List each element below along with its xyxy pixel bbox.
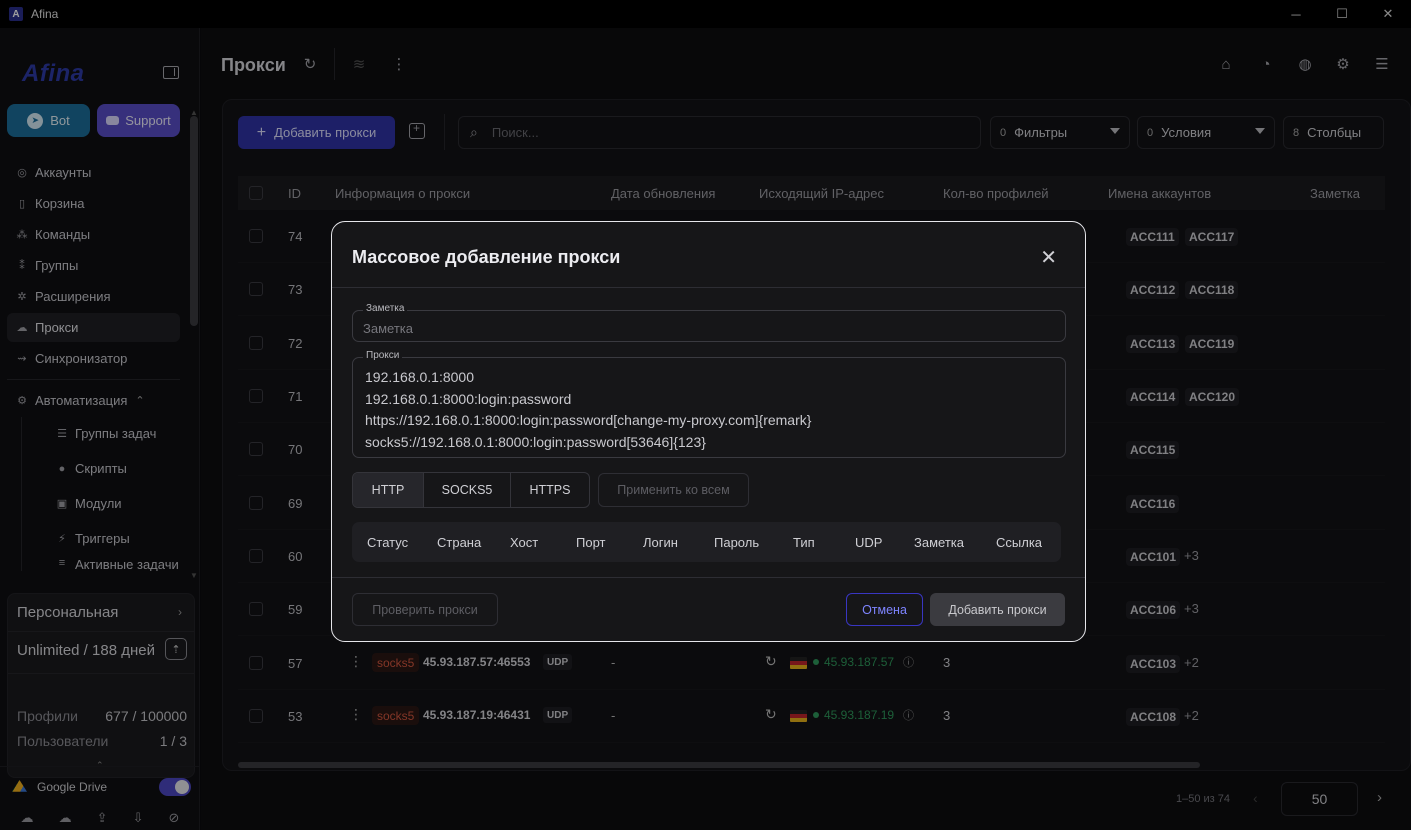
preview-col-country: Страна	[437, 535, 482, 550]
note-legend: Заметка	[363, 303, 408, 314]
preview-col-host: Хост	[510, 535, 539, 550]
note-field[interactable]: Заметка Заметка	[352, 303, 1066, 342]
divider	[332, 577, 1085, 578]
preview-col-password: Пароль	[714, 535, 760, 550]
dialog-title: Массовое добавление прокси	[352, 247, 621, 267]
close-icon[interactable]: ✕	[1040, 245, 1057, 270]
note-placeholder: Заметка	[363, 321, 413, 336]
type-http-button[interactable]: HTTP	[353, 473, 424, 507]
divider	[332, 287, 1085, 288]
apply-to-all-button[interactable]: Применить ко всем	[598, 473, 749, 507]
preview-table-header: Статус Страна Хост Порт Логин Пароль Тип…	[352, 522, 1061, 562]
cancel-button[interactable]: Отмена	[846, 593, 923, 626]
preview-col-status: Статус	[367, 535, 409, 550]
check-proxy-button[interactable]: Проверить прокси	[352, 593, 498, 626]
preview-col-port: Порт	[576, 535, 606, 550]
preview-col-link: Ссылка	[996, 535, 1043, 550]
preview-col-udp: UDP	[855, 535, 883, 550]
proxy-list-textarea[interactable]: Прокси 192.168.0.1:8000 192.168.0.1:8000…	[352, 350, 1066, 458]
type-socks5-button[interactable]: SOCKS5	[424, 473, 511, 507]
preview-col-login: Логин	[643, 535, 678, 550]
proxy-type-selector: HTTP SOCKS5 HTTPS	[352, 472, 590, 508]
preview-col-note: Заметка	[914, 535, 964, 550]
submit-add-proxy-button[interactable]: Добавить прокси	[930, 593, 1065, 626]
proxy-legend: Прокси	[363, 350, 403, 361]
type-https-button[interactable]: HTTPS	[511, 473, 589, 507]
bulk-add-proxy-dialog: Массовое добавление прокси ✕ Заметка Зам…	[331, 221, 1086, 642]
proxy-list-text: 192.168.0.1:8000 192.168.0.1:8000:login:…	[365, 369, 812, 450]
preview-col-type: Тип	[793, 535, 815, 550]
